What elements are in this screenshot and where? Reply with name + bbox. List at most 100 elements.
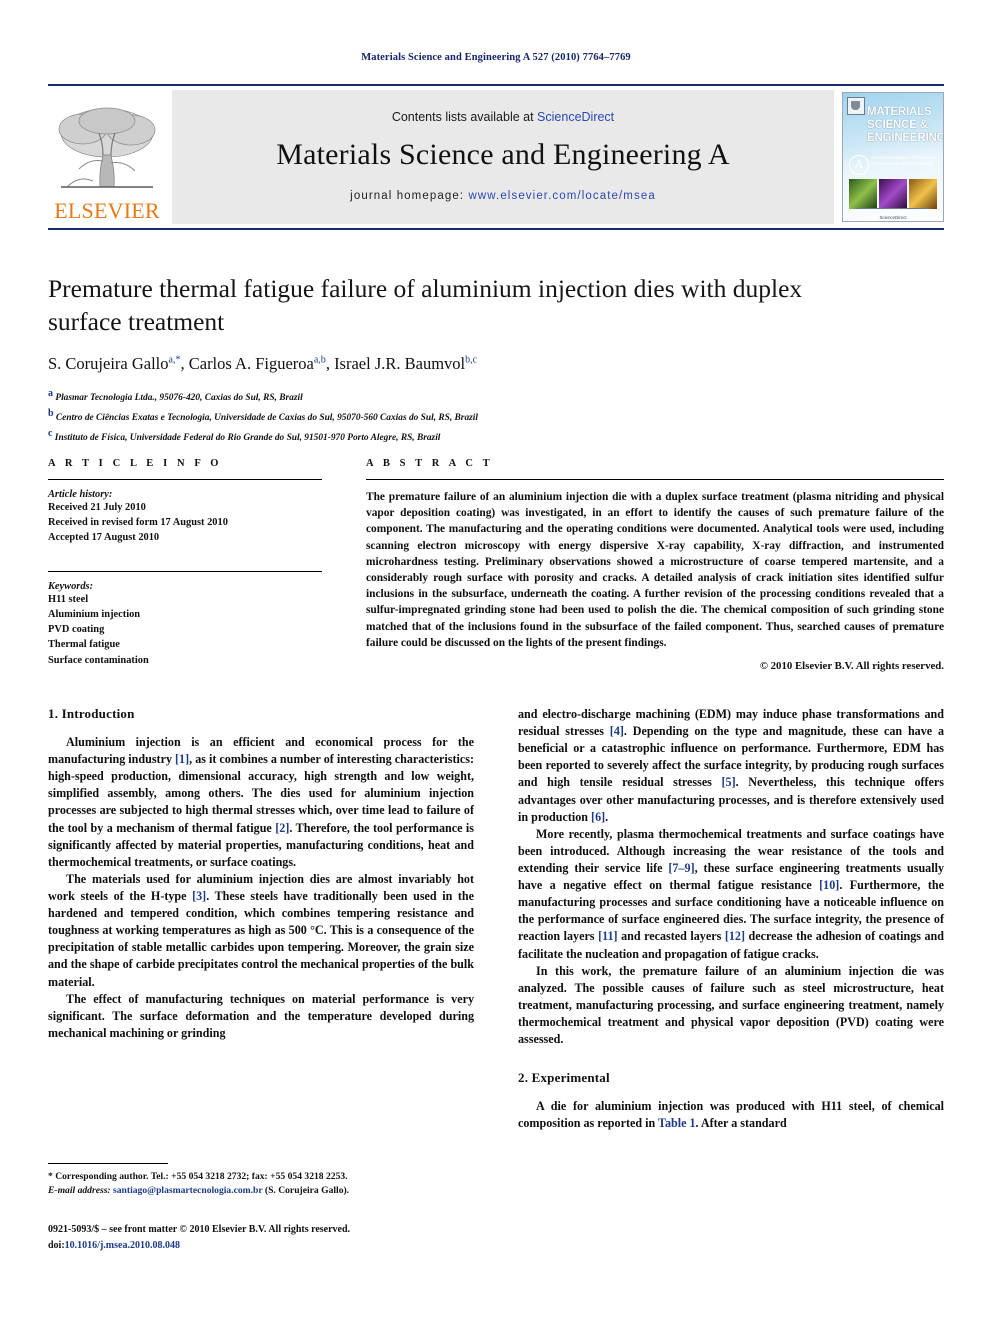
elsevier-logo: ELSEVIER	[48, 90, 166, 224]
author-name: Carlos A. Figueroa	[188, 354, 314, 374]
affiliation-mark: b	[48, 407, 54, 419]
abstract-heading: A B S T R A C T	[366, 458, 494, 469]
cover-micrograph-strip	[849, 179, 937, 209]
affiliation-list: a Plasmar Tecnologia Ltda., 95076-420, C…	[48, 386, 944, 445]
title-block: Premature thermal fatigue failure of alu…	[48, 272, 944, 445]
affiliation-item: b Centro de Ciências Exatas e Tecnologia…	[48, 406, 944, 426]
keyword-item: H11 steel	[48, 594, 89, 606]
cover-micrograph-1	[849, 179, 877, 209]
cover-title: MATERIALS SCIENCE & ENGINEERING	[867, 106, 943, 145]
corresponding-email-link[interactable]: santiago@plasmartecnologia.com.br	[113, 1185, 262, 1196]
author-name: S. Corujeira Gallo	[48, 354, 169, 374]
paper-page: Materials Science and Engineering A 527 …	[0, 0, 992, 1323]
keywords-label: Keywords:	[48, 581, 94, 593]
cover-micrograph-3	[909, 179, 937, 209]
citation-ref[interactable]: [1]	[175, 752, 189, 766]
author-affiliation-marks: a,*	[168, 354, 181, 366]
body-paragraph: The materials used for aluminium injecti…	[48, 871, 474, 989]
elsevier-tree-icon	[58, 107, 156, 188]
citation-ref[interactable]: [7–9]	[668, 861, 694, 875]
history-item: Received in revised form 17 August 2010	[48, 517, 228, 529]
keyword-item: Surface contamination	[48, 654, 149, 666]
doi-label: doi:	[48, 1239, 65, 1251]
body-paragraph: and electro-discharge machining (EDM) ma…	[518, 707, 944, 824]
corresponding-author-text: * Corresponding author. Tel.: +55 054 32…	[48, 1171, 348, 1182]
citation-ref[interactable]: [4]	[610, 724, 624, 738]
journal-homepage-line: journal homepage: www.elsevier.com/locat…	[350, 190, 656, 202]
issn-copyright-line: 0921-5093/$ – see front matter © 2010 El…	[48, 1224, 351, 1235]
author-affiliation-marks: a,b	[313, 354, 326, 366]
author-name: Israel J.R. Baumvol	[334, 354, 466, 374]
body-column-left: 1. Introduction Aluminium injection is a…	[48, 706, 474, 1132]
footnote-rule	[48, 1163, 168, 1164]
section-heading-experimental: 2. Experimental	[518, 1070, 610, 1086]
elsevier-wordmark: ELSEVIER	[54, 198, 160, 223]
body-column-right: and electro-discharge machining (EDM) ma…	[518, 706, 944, 1132]
abstract-text: The premature failure of an aluminium in…	[366, 491, 944, 649]
corresponding-email-line: E-mail address: santiago@plasmartecnolog…	[48, 1184, 474, 1198]
history-item: Accepted 17 August 2010	[48, 532, 160, 544]
table-ref[interactable]: Table 1	[658, 1116, 696, 1130]
journal-title: Materials Science and Engineering A	[276, 138, 730, 171]
corresponding-author-footnote: * Corresponding author. Tel.: +55 054 32…	[48, 1163, 474, 1198]
body-paragraph: A die for aluminium injection was produc…	[518, 1099, 944, 1131]
keyword-item: Thermal fatigue	[48, 639, 120, 651]
citation-ref[interactable]: [3]	[192, 889, 206, 903]
email-owner: (S. Corujeira Gallo).	[262, 1184, 350, 1196]
body-paragraph: In this work, the premature failure of a…	[518, 963, 944, 1047]
sciencedirect-link[interactable]: ScienceDirect	[537, 110, 614, 124]
citation-ref[interactable]: [2]	[275, 821, 289, 835]
imprint-block: 0921-5093/$ – see front matter © 2010 El…	[48, 1222, 508, 1253]
cover-title-line1: MATERIALS	[867, 106, 932, 118]
affiliation-text: Instituto de Física, Universidade Federa…	[54, 432, 441, 443]
section-heading-introduction: 1. Introduction	[48, 706, 135, 721]
doi-line: doi:10.1016/j.msea.2010.08.048	[48, 1238, 508, 1254]
info-abstract-zone: A R T I C L E I N F O Article history: R…	[48, 458, 944, 672]
cover-series-subtitle: Structural Materials: Properties, Micros…	[871, 155, 936, 167]
affiliation-mark: c	[48, 427, 53, 439]
abstract-rule	[366, 479, 944, 480]
affiliation-mark: a	[48, 388, 53, 400]
citation-ref[interactable]: [5]	[722, 775, 736, 789]
article-info-rule	[48, 479, 322, 480]
journal-cover-thumbnail: MATERIALS SCIENCE & ENGINEERING A Struct…	[842, 92, 944, 222]
citation-ref[interactable]: [10]	[819, 878, 839, 892]
affiliation-text: Plasmar Tecnologia Ltda., 95076-420, Cax…	[55, 393, 303, 404]
body-paragraph: The effect of manufacturing techniques o…	[48, 991, 474, 1040]
affiliation-text: Centro de Ciências Exatas e Tecnologia, …	[55, 413, 478, 424]
citation-ref[interactable]: [6]	[591, 810, 605, 824]
article-info-heading: A R T I C L E I N F O	[48, 458, 223, 469]
page-title: Premature thermal fatigue failure of alu…	[48, 274, 803, 337]
cover-series-letter: A	[849, 155, 869, 175]
author-affiliation-marks: b,c	[465, 354, 478, 366]
body-paragraph: Aluminium injection is an efficient and …	[48, 735, 474, 869]
journal-masthead: ELSEVIER Contents lists available at Sci…	[48, 84, 944, 230]
citation-ref[interactable]: [11]	[598, 929, 617, 943]
keyword-item: Aluminium injection	[48, 609, 141, 621]
citation-ref[interactable]: [12]	[725, 929, 745, 943]
cover-micrograph-2	[879, 179, 907, 209]
cover-elsevier-icon	[847, 97, 865, 115]
body-columns: 1. Introduction Aluminium injection is a…	[48, 706, 944, 1132]
doi-link[interactable]: 10.1016/j.msea.2010.08.048	[65, 1240, 180, 1251]
keywords-rule	[48, 571, 322, 573]
journal-banner: Contents lists available at ScienceDirec…	[172, 90, 834, 224]
copyright-line: © 2010 Elsevier B.V. All rights reserved…	[759, 659, 944, 672]
article-info-column: A R T I C L E I N F O Article history: R…	[48, 458, 322, 672]
cover-title-line2: SCIENCE &	[867, 118, 928, 131]
running-head: Materials Science and Engineering A 527 …	[361, 52, 631, 63]
affiliation-item: a Plasmar Tecnologia Ltda., 95076-420, C…	[48, 386, 944, 406]
corresponding-author-line: * Corresponding author. Tel.: +55 054 32…	[48, 1170, 474, 1184]
cover-footer-text: ScienceDirect	[879, 215, 907, 220]
abstract-column: A B S T R A C T The premature failure of…	[366, 458, 944, 672]
history-item: Received 21 July 2010	[48, 502, 146, 513]
homepage-prefix: journal homepage:	[350, 190, 469, 202]
cover-divider	[857, 208, 929, 210]
keyword-item: PVD coating	[48, 624, 105, 636]
contents-prefix: Contents lists available at	[391, 110, 538, 124]
affiliation-item: c Instituto de Física, Universidade Fede…	[48, 426, 944, 446]
contents-available-line: Contents lists available at ScienceDirec…	[392, 110, 614, 124]
body-paragraph: More recently, plasma thermochemical tre…	[518, 826, 944, 961]
keywords-block: Keywords: H11 steel Aluminium injection …	[48, 581, 322, 667]
journal-homepage-link[interactable]: www.elsevier.com/locate/msea	[468, 190, 655, 202]
